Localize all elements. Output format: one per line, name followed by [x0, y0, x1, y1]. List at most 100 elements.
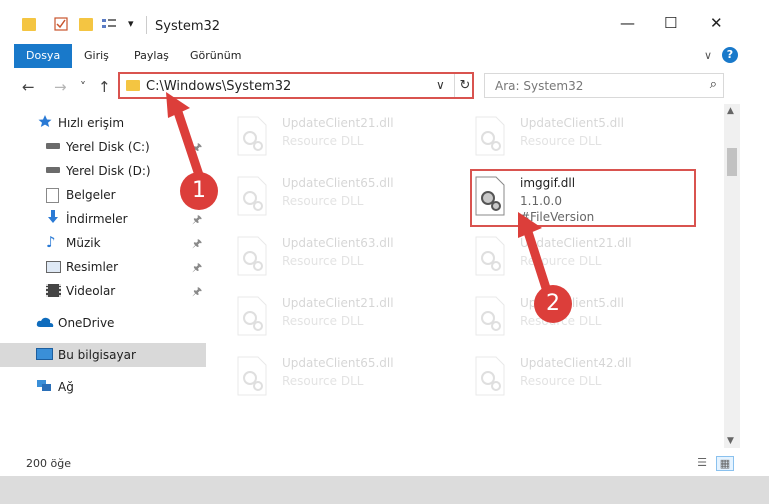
- file-item[interactable]: UpdateClient65.dll Resource DLL: [236, 172, 456, 224]
- details-view-icon[interactable]: ☰: [694, 456, 710, 469]
- sidebar-item-network[interactable]: Ağ: [0, 375, 206, 399]
- dll-file-icon: [474, 296, 506, 336]
- pictures-icon: [46, 261, 61, 273]
- downloads-icon: [46, 209, 60, 223]
- file-name: UpdateClient65.dll: [282, 356, 394, 370]
- item-count: 200 öğe: [26, 457, 71, 470]
- minimize-button[interactable]: —: [620, 14, 635, 32]
- sidebar-item-label: Yerel Disk (D:): [66, 164, 151, 178]
- file-item[interactable]: UpdateClient21.dll Resource DLL: [474, 232, 694, 284]
- file-item[interactable]: UpdateClient42.dll Resource DLL: [474, 352, 694, 404]
- title-bar: ▾ System32 — ☐ ✕: [0, 0, 769, 40]
- file-description: Resource DLL: [520, 254, 602, 268]
- qat-dropdown-icon[interactable]: ▾: [128, 17, 134, 30]
- sidebar-item-videos[interactable]: Videolar 🖈: [0, 279, 206, 303]
- sidebar-item-onedrive[interactable]: OneDrive: [0, 311, 206, 335]
- file-name: UpdateClient42.dll: [520, 356, 632, 370]
- refresh-icon[interactable]: ↻: [454, 74, 475, 97]
- pin-icon[interactable]: 🖈: [192, 211, 202, 230]
- title-divider: [146, 16, 147, 34]
- tab-view[interactable]: Görünüm: [190, 44, 241, 68]
- highlight-box: [470, 169, 696, 227]
- file-item[interactable]: UpdateClient5.dll Resource DLL: [474, 292, 694, 344]
- help-icon[interactable]: ?: [722, 47, 738, 63]
- dll-file-icon: [474, 236, 506, 276]
- folder-icon: [126, 80, 140, 91]
- pin-icon[interactable]: 🖈: [192, 259, 202, 278]
- sidebar-item-label: Yerel Disk (C:): [66, 140, 150, 154]
- sidebar-item-this-pc[interactable]: Bu bilgisayar: [0, 343, 206, 367]
- view-icon[interactable]: [101, 17, 119, 34]
- back-arrow-icon[interactable]: ←: [22, 78, 35, 96]
- sidebar-item-quick-access[interactable]: Hızlı erişim: [0, 111, 206, 135]
- sidebar-item-label: Resimler: [66, 260, 119, 274]
- ribbon-expand-icon[interactable]: ∨: [704, 44, 712, 68]
- documents-icon: [46, 188, 59, 203]
- pin-icon[interactable]: 🖈: [192, 139, 202, 158]
- scrollbar-thumb[interactable]: [727, 148, 737, 176]
- search-icon[interactable]: ⌕: [710, 77, 717, 92]
- step-badge-2: 2: [534, 285, 572, 323]
- sidebar-item-music[interactable]: ♪ Müzik 🖈: [0, 231, 206, 255]
- sidebar-item-label: Müzik: [66, 236, 101, 250]
- address-path[interactable]: C:\Windows\System32: [146, 79, 291, 94]
- file-description: Resource DLL: [282, 314, 364, 328]
- dll-file-icon: [236, 116, 268, 156]
- sidebar-item-label: Belgeler: [66, 188, 116, 202]
- search-placeholder[interactable]: Ara: System32: [495, 79, 583, 93]
- tab-file[interactable]: Dosya: [14, 44, 73, 68]
- close-button[interactable]: ✕: [710, 14, 723, 32]
- sidebar-item-drive-d[interactable]: Yerel Disk (D:) 🖈: [0, 159, 206, 183]
- properties-icon[interactable]: [54, 17, 68, 34]
- vertical-scrollbar[interactable]: ▲ ▼: [724, 104, 740, 448]
- scroll-down-icon[interactable]: ▼: [727, 436, 734, 446]
- cloud-icon: [36, 316, 54, 328]
- sidebar-item-drive-c[interactable]: Yerel Disk (C:) 🖈: [0, 135, 206, 159]
- file-list: UpdateClient21.dll Resource DLL UpdateCl…: [208, 108, 724, 448]
- pin-icon[interactable]: 🖈: [192, 283, 202, 302]
- forward-arrow-icon[interactable]: →: [54, 78, 67, 96]
- tiles-view-icon[interactable]: ▦: [716, 456, 734, 471]
- address-bar[interactable]: C:\Windows\System32 ∨ ↻: [118, 72, 474, 99]
- sidebar-item-downloads[interactable]: İndirmeler 🖈: [0, 207, 206, 231]
- file-item[interactable]: UpdateClient21.dll Resource DLL: [236, 292, 456, 344]
- sidebar-item-label: Hızlı erişim: [58, 116, 125, 130]
- bottom-strip: [0, 476, 769, 504]
- dll-file-icon: [474, 116, 506, 156]
- new-folder-icon[interactable]: [79, 18, 93, 31]
- search-box[interactable]: Ara: System32 ⌕: [484, 73, 724, 98]
- sidebar-item-label: Ağ: [58, 380, 74, 394]
- window-title: System32: [155, 19, 221, 34]
- file-item[interactable]: UpdateClient65.dll Resource DLL: [236, 352, 456, 404]
- file-description: Resource DLL: [282, 134, 364, 148]
- file-item[interactable]: UpdateClient5.dll Resource DLL: [474, 112, 694, 164]
- tab-home[interactable]: Giriş: [84, 44, 109, 68]
- status-bar: 200 öğe: [0, 450, 769, 476]
- dll-file-icon: [236, 236, 268, 276]
- sidebar-item-label: Bu bilgisayar: [58, 348, 136, 362]
- file-description: Resource DLL: [520, 374, 602, 388]
- tab-share[interactable]: Paylaş: [134, 44, 169, 68]
- address-dropdown-icon[interactable]: ∨: [436, 78, 445, 92]
- recent-locations-icon[interactable]: ˅: [80, 80, 86, 94]
- drive-d-icon: [46, 167, 60, 173]
- up-arrow-icon[interactable]: ↑: [98, 78, 111, 96]
- file-item[interactable]: UpdateClient21.dll Resource DLL: [236, 112, 456, 164]
- file-item[interactable]: UpdateClient63.dll Resource DLL: [236, 232, 456, 284]
- network-icon: [36, 379, 51, 391]
- pin-icon[interactable]: 🖈: [192, 235, 202, 254]
- sidebar-item-pictures[interactable]: Resimler 🖈: [0, 255, 206, 279]
- star-icon: [38, 114, 52, 127]
- maximize-button[interactable]: ☐: [664, 14, 677, 32]
- file-description: Resource DLL: [520, 134, 602, 148]
- file-description: Resource DLL: [282, 374, 364, 388]
- sidebar-item-label: OneDrive: [58, 316, 115, 330]
- dll-file-icon: [236, 296, 268, 336]
- music-icon: ♪: [46, 233, 56, 251]
- sidebar-item-documents[interactable]: Belgeler 🖈: [0, 183, 206, 207]
- folder-icon: [22, 18, 36, 31]
- file-name: UpdateClient65.dll: [282, 176, 394, 190]
- dll-file-icon: [474, 356, 506, 396]
- file-name: UpdateClient21.dll: [282, 116, 394, 130]
- scroll-up-icon[interactable]: ▲: [727, 106, 734, 116]
